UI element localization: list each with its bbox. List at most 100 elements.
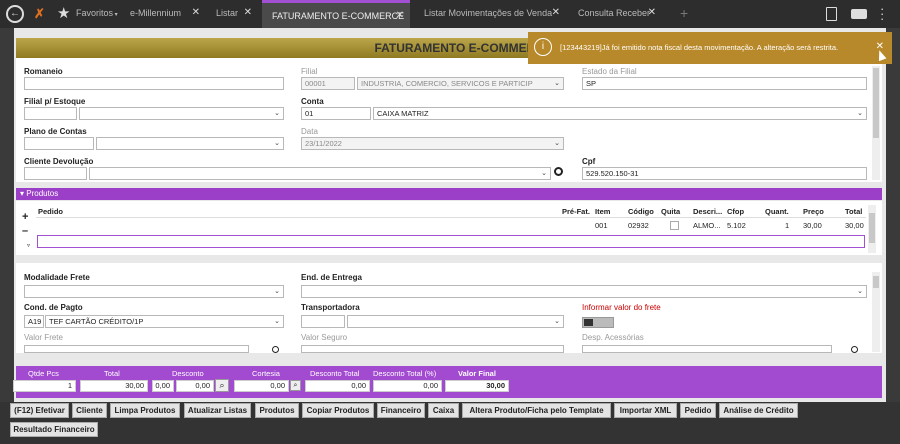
cpf-input[interactable]: 529.520.150-31 (582, 167, 867, 180)
toast-message: [123443219]Já foi emitido nota fiscal de… (560, 43, 839, 52)
close-icon[interactable]: ✕ (192, 0, 200, 26)
filial-estoque-code[interactable] (24, 107, 77, 120)
valor-seguro-input[interactable] (301, 345, 564, 353)
tab-listar[interactable]: Listar ✕ (216, 0, 258, 28)
filial-select[interactable]: INDUSTRIA, COMERCIO, SERVICOS E PARTICIP… (357, 77, 564, 90)
desp-input[interactable] (582, 345, 832, 353)
tab-label: Listar Movimentações de Venda (424, 8, 553, 18)
search-icon[interactable] (272, 346, 279, 353)
col-codigo[interactable]: Código (628, 207, 654, 216)
conta-value: CAIXA MATRIZ (377, 109, 429, 118)
search-icon[interactable]: ⌕ (290, 380, 301, 391)
close-icon[interactable]: ✕ (244, 0, 252, 26)
romaneio-input[interactable] (24, 77, 284, 90)
new-row-input[interactable] (37, 235, 865, 248)
transportadora-select[interactable]: ⌄ (347, 315, 564, 328)
qtde-value: 1 (13, 380, 76, 392)
add-row-button[interactable]: + (22, 211, 28, 223)
star-icon[interactable]: ★ (57, 4, 70, 22)
filial-estoque-select[interactable]: ⌄ (79, 107, 284, 120)
frete-panel (16, 263, 882, 353)
data-value: 23/11/2022 (305, 139, 342, 148)
search-icon[interactable] (851, 346, 858, 353)
cortesia-label: Cortesia (252, 369, 280, 378)
col-quant[interactable]: Quant. (765, 207, 789, 216)
filter-icon[interactable]: ▿ (27, 242, 30, 249)
conta-label: Conta (301, 97, 324, 106)
close-icon[interactable]: ✕ (552, 0, 560, 26)
form-scrollbar[interactable] (872, 66, 880, 180)
cond-code-input[interactable]: A19 (24, 315, 44, 328)
chevron-down-icon: ⌄ (554, 80, 560, 87)
altera-produto-button[interactable]: Altera Produto/Ficha pelo Template (462, 403, 611, 418)
tab-listar-mov[interactable]: Listar Movimentações de Venda ✕ (424, 0, 566, 28)
caixa-button[interactable]: Caixa (428, 403, 459, 418)
col-quita[interactable]: Quita (661, 207, 680, 216)
cond-pagto-label: Cond. de Pagto (24, 303, 83, 312)
col-cfop[interactable]: Cfop (727, 207, 744, 216)
col-item[interactable]: Item (595, 207, 610, 216)
conta-select[interactable]: CAIXA MATRIZ ⌄ (373, 107, 867, 120)
valor-frete-label: Valor Frete (24, 333, 63, 342)
transportadora-code[interactable] (301, 315, 345, 328)
modalidade-select[interactable]: ⌄ (24, 285, 284, 298)
tab-faturamento[interactable]: FATURAMENTO E-COMMERCE ✕ (262, 0, 410, 28)
plano-code[interactable] (24, 137, 94, 150)
more-icon[interactable]: · · · (880, 2, 884, 25)
chat-icon[interactable] (851, 9, 867, 19)
cliente-dev-code[interactable] (24, 167, 87, 180)
financeiro-button[interactable]: Financeiro (377, 403, 425, 418)
conta-code-input[interactable]: 01 (301, 107, 371, 120)
desp-label: Desp. Acessórias (582, 333, 644, 342)
cell-item: 001 (595, 221, 608, 230)
produtos-button[interactable]: Produtos (255, 403, 299, 418)
remove-row-button[interactable]: – (22, 225, 28, 237)
close-icon[interactable]: ✕ (648, 0, 656, 26)
cliente-dev-select[interactable]: ⌄ (89, 167, 551, 180)
limpa-produtos-button[interactable]: Limpa Produtos (110, 403, 180, 418)
tab-emillennium[interactable]: e-Millennium ✕ (130, 0, 206, 28)
importar-xml-button[interactable]: Importar XML (614, 403, 677, 418)
analise-credito-button[interactable]: Análise de Crédito (719, 403, 798, 418)
qtde-label: Qtde Pcs (28, 369, 59, 378)
clipboard-icon[interactable] (826, 7, 837, 21)
pedido-button[interactable]: Pedido (680, 403, 716, 418)
atualizar-listas-button[interactable]: Atualizar Listas (184, 403, 251, 418)
search-icon[interactable] (554, 167, 563, 176)
produtos-header[interactable]: ▾ Produtos (16, 188, 882, 200)
col-descr[interactable]: Descri... (693, 207, 722, 216)
close-icon[interactable]: ✕ (396, 3, 404, 29)
info-icon: i (534, 38, 552, 56)
valor-frete-input[interactable] (24, 345, 249, 353)
quita-checkbox[interactable] (670, 221, 679, 230)
cliente-dev-label: Cliente Devolução (24, 157, 94, 166)
tab-consulta[interactable]: Consulta Receber ✕ (578, 0, 662, 28)
frete-scrollbar[interactable] (872, 272, 880, 352)
filial-code-input[interactable]: 00001 (301, 77, 355, 90)
col-pedido[interactable]: Pedido (38, 207, 63, 216)
tab-label: FATURAMENTO E-COMMERCE (272, 11, 405, 21)
search-icon[interactable]: ⌕ (215, 379, 229, 392)
estado-input[interactable]: SP (582, 77, 867, 90)
col-prefat[interactable]: Pré-Fat. (562, 207, 590, 216)
back-button[interactable]: ← (6, 5, 24, 23)
tab-favorites[interactable]: Favoritos ▾ (76, 0, 126, 28)
plano-select[interactable]: ⌄ (96, 137, 284, 150)
produtos-scrollbar[interactable] (868, 205, 876, 253)
cond-select[interactable]: TEF CARTÃO CRÉDITO/1P ⌄ (45, 315, 284, 328)
informar-frete-toggle[interactable] (582, 317, 614, 328)
desconto-value-1[interactable]: 0,00 (152, 380, 174, 392)
data-input[interactable]: 23/11/2022 ⌄ (301, 137, 564, 150)
desc-pct-label: Desconto Total (%) (373, 369, 437, 378)
estado-label: Estado da Filial (582, 67, 637, 76)
desconto-value-2[interactable]: 0,00 (176, 380, 214, 392)
col-preco[interactable]: Preço (803, 207, 824, 216)
efetivar-button[interactable]: (F12) Efetivar (10, 403, 69, 418)
cell-preco: 30,00 (803, 221, 822, 230)
col-total[interactable]: Total (845, 207, 862, 216)
add-tab-icon[interactable]: + (680, 0, 694, 28)
cliente-button[interactable]: Cliente (72, 403, 107, 418)
copiar-produtos-button[interactable]: Copiar Produtos (302, 403, 374, 418)
resultado-financeiro-button[interactable]: Resultado Financeiro (10, 422, 98, 437)
end-entrega-select[interactable]: ⌄ (301, 285, 867, 298)
